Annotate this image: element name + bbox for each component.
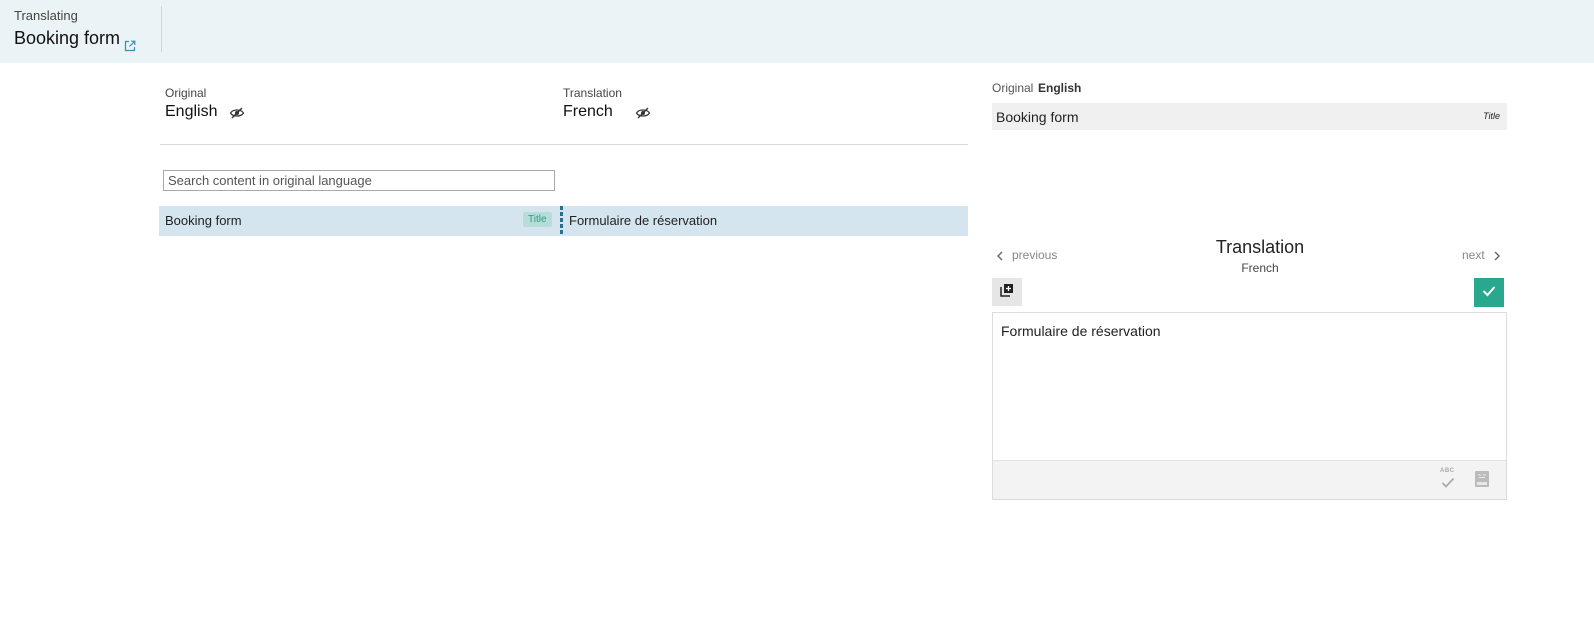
confirm-button[interactable] <box>1474 278 1504 307</box>
table-row[interactable]: Booking form Title Formulaire de réserva… <box>159 206 968 236</box>
header-divider <box>161 6 162 52</box>
spellcheck-label: ABC <box>1440 468 1455 474</box>
section-divider <box>160 144 968 145</box>
top-header: Translating Booking form <box>0 0 1594 63</box>
original-text-box: Booking form Title <box>992 103 1507 130</box>
editor-text[interactable]: Formulaire de réservation <box>1001 323 1161 339</box>
translation-language-label: Translation <box>563 86 622 100</box>
chevron-left-icon <box>996 250 1004 261</box>
original-text: Booking form <box>996 109 1079 125</box>
eye-slash-icon[interactable] <box>229 106 245 119</box>
row-type-badge: Title <box>523 212 552 227</box>
search-input[interactable] <box>163 170 555 191</box>
original-language: English <box>165 103 245 121</box>
copy-icon <box>1000 283 1014 302</box>
original-language-label: Original <box>165 86 207 100</box>
panel-original-label: Original <box>992 81 1034 95</box>
row-original-text: Booking form <box>165 213 242 228</box>
next-label: next <box>1462 248 1485 262</box>
row-translation-text: Formulaire de réservation <box>569 213 718 228</box>
original-language-name: English <box>165 103 218 120</box>
next-button[interactable]: next <box>1462 248 1501 262</box>
dictionary-icon <box>1474 471 1490 492</box>
row-separator <box>560 206 563 236</box>
header-label: Translating <box>14 8 78 23</box>
previous-button[interactable]: previous <box>996 248 1057 262</box>
translation-title: Translation <box>1215 237 1305 257</box>
previous-label: previous <box>1012 248 1058 262</box>
translation-language-subtitle: French <box>1241 261 1279 275</box>
spellcheck-button[interactable]: ABC <box>1439 468 1457 490</box>
page-title: Booking form <box>14 28 136 51</box>
check-icon <box>1482 284 1496 302</box>
external-link-icon[interactable] <box>124 36 136 51</box>
eye-slash-icon[interactable] <box>635 106 651 119</box>
panel-original-language: English <box>1038 81 1082 95</box>
chevron-right-icon <box>1493 250 1501 261</box>
editor-toolbar: ABC <box>993 460 1506 499</box>
spellcheck-icon <box>1441 476 1455 494</box>
translation-language: French <box>563 103 651 121</box>
page-title-text: Booking form <box>14 28 121 48</box>
copy-original-button[interactable] <box>992 278 1022 306</box>
dictionary-button[interactable] <box>1474 470 1490 488</box>
translation-editor[interactable]: Formulaire de réservation ABC <box>992 312 1507 500</box>
translation-language-name: French <box>563 103 613 120</box>
original-type-tag: Title <box>1483 111 1500 121</box>
